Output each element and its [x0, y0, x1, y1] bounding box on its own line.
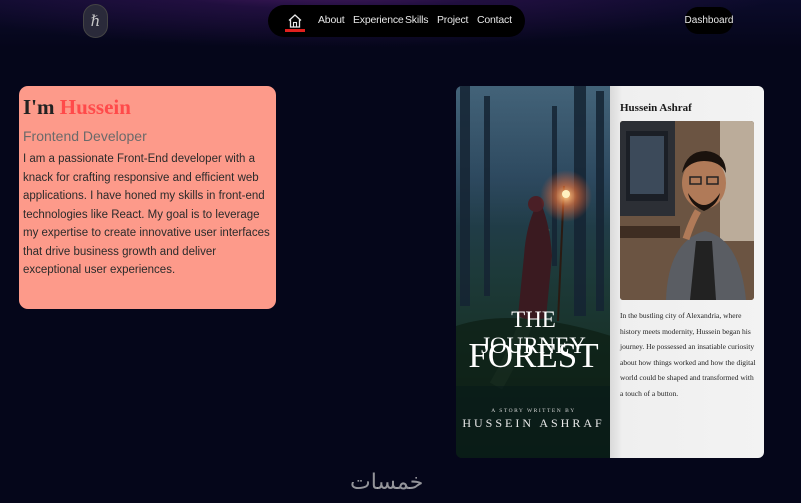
nav-link-contact[interactable]: Contact [477, 14, 512, 26]
cover-byline: A STORY WRITTEN BY [491, 408, 576, 414]
intro-name: Hussein [59, 95, 131, 119]
author-photo [620, 121, 754, 300]
book-cover: THE JOURNEY FOREST A STORY WRITTEN BY HU… [456, 86, 611, 458]
author-illustration [620, 121, 754, 300]
site-logo[interactable]: ℏ [83, 4, 108, 38]
active-nav-indicator [285, 29, 305, 32]
page-story-text: In the bustling city of Alexandria, wher… [620, 311, 756, 398]
intro-bio: I am a passionate Front-End developer wi… [23, 153, 270, 276]
nav-link-about[interactable]: About [318, 14, 345, 26]
cover-author: HUSSEIN ASHRAF [462, 416, 605, 430]
intro-greeting: I'm [23, 95, 60, 119]
logo-glyph: ℏ [90, 12, 101, 30]
main-nav: About Experience Skills Project Contact [268, 5, 525, 37]
watermark-logo: خمسات [350, 470, 424, 495]
forest-illustration [456, 86, 611, 458]
nav-link-project[interactable]: Project [437, 14, 468, 26]
intro-title: I'm Hussein [23, 93, 272, 121]
book-page: Hussein Ashraf In the bustling city of A… [610, 86, 764, 458]
nav-link-skills[interactable]: Skills [405, 14, 429, 26]
intro-role: Frontend Developer [23, 128, 147, 144]
cover-title-line2: FOREST [468, 336, 599, 375]
home-icon [288, 14, 302, 28]
nav-link-experience[interactable]: Experience [353, 14, 404, 26]
intro-card: I'm Hussein Frontend Developer I am a pa… [19, 86, 276, 309]
dashboard-button[interactable]: Dashboard [685, 7, 733, 34]
page-heading: Hussein Ashraf [620, 102, 692, 114]
